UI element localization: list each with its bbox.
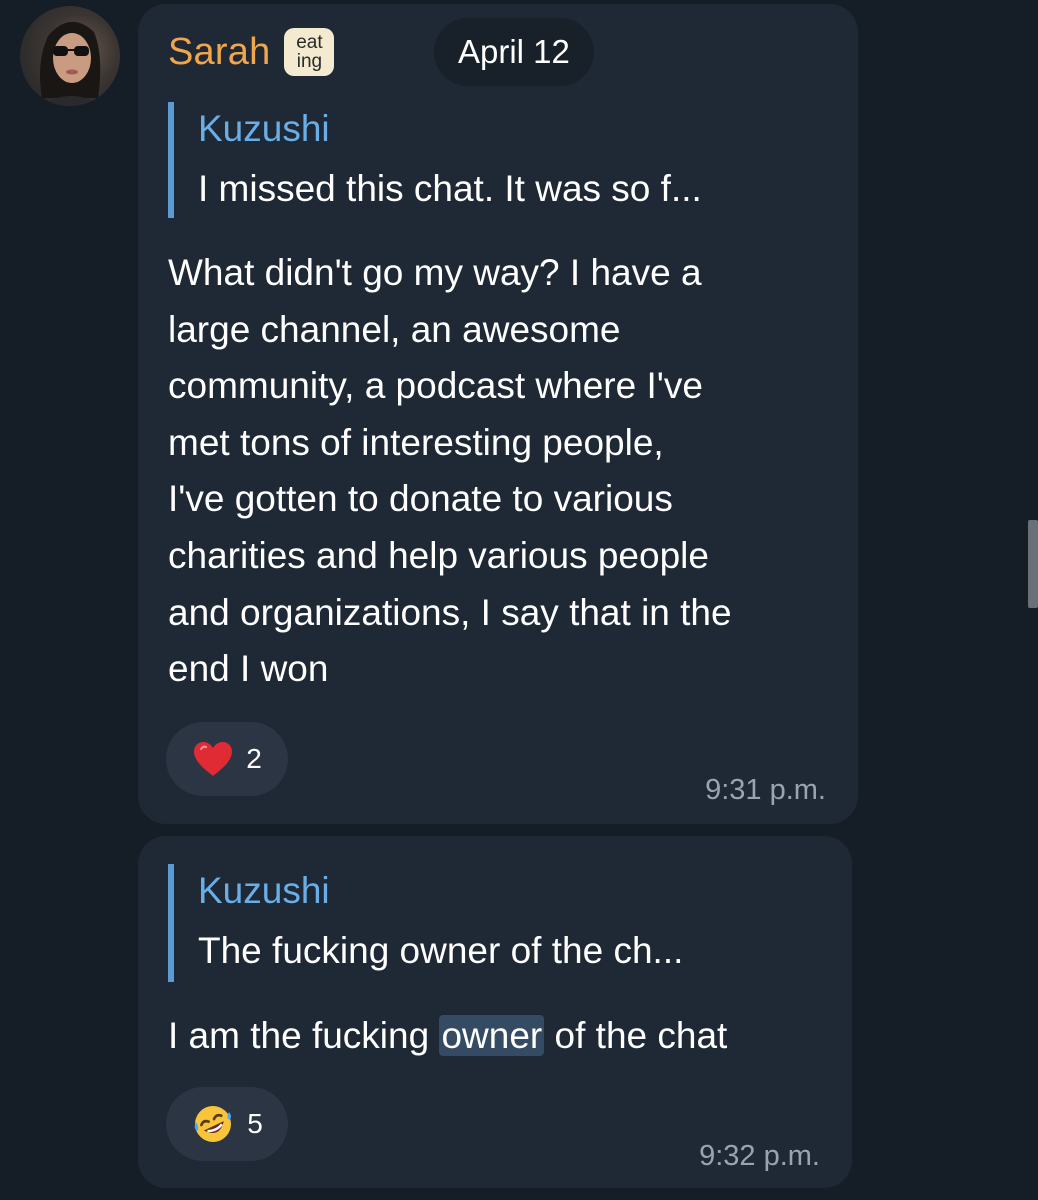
sender-badge-icon: eat ing — [284, 28, 335, 76]
reply-snippet: The fucking owner of the ch... — [198, 930, 684, 971]
reaction-chip[interactable]: 2 — [166, 722, 288, 796]
message-text-after: of the chat — [544, 1015, 728, 1056]
date-divider-label: April 12 — [458, 33, 570, 70]
reaction-count: 5 — [247, 1108, 263, 1139]
date-divider: April 12 — [434, 18, 594, 86]
scrollbar-thumb[interactable] — [1028, 520, 1038, 608]
reaction-chip[interactable]: 5 — [166, 1087, 288, 1161]
reply-author: Kuzushi — [198, 108, 330, 149]
search-highlight: owner — [439, 1015, 545, 1056]
message-bubble[interactable]: Kuzushi The fucking owner of the ch... I… — [138, 836, 852, 1188]
badge-text-line1: eat — [296, 32, 323, 53]
message-timestamp: 9:32 p.m. — [699, 1140, 820, 1172]
rolling-on-floor-laughing-icon — [191, 1102, 235, 1146]
message-text: What didn't go my way? I have a large ch… — [168, 252, 732, 690]
red-heart-icon — [192, 740, 234, 778]
reply-snippet: I missed this chat. It was so f... — [198, 168, 702, 209]
message-text-before: I am the fucking — [168, 1015, 440, 1056]
message-text: I am the fucking owner of the chat — [168, 1008, 858, 1065]
reply-quote[interactable]: Kuzushi The fucking owner of the ch... — [168, 864, 683, 982]
badge-text-line2: ing — [296, 51, 323, 72]
reply-quote[interactable]: Kuzushi I missed this chat. It was so f.… — [168, 102, 702, 218]
sender-header: Sarah eat ing — [168, 28, 335, 76]
sender-avatar[interactable] — [20, 6, 120, 106]
reaction-count: 2 — [246, 743, 262, 774]
message-timestamp: 9:31 p.m. — [705, 774, 826, 806]
message-bubble[interactable]: Sarah eat ing April 12 Kuzushi I missed … — [138, 4, 858, 824]
reply-author: Kuzushi — [198, 870, 330, 911]
sender-name[interactable]: Sarah — [168, 31, 270, 74]
